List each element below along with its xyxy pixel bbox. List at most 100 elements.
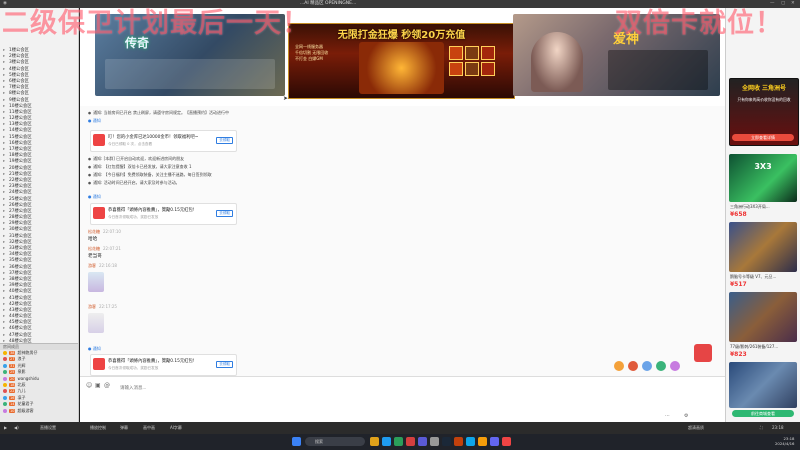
- member-row[interactable]: 10 超级游客: [0, 408, 78, 414]
- claim-button[interactable]: 去领取: [216, 137, 233, 144]
- fullscreen-icon[interactable]: ⛶: [760, 422, 763, 434]
- product-image[interactable]: [729, 362, 797, 408]
- taskbar-search-placeholder: 搜索: [315, 439, 323, 444]
- app-icon[interactable]: [406, 437, 415, 446]
- windows-start-icon[interactable]: [292, 437, 301, 446]
- app-icon[interactable]: [502, 437, 511, 446]
- player-item[interactable]: 弹幕: [120, 422, 128, 434]
- app-icon[interactable]: [454, 437, 463, 446]
- product-title[interactable]: 三角洲行动3X3开局...: [730, 204, 770, 210]
- reward-card[interactable]: 恭喜獲得「頭條內容推薦」，獎勵0.15元紅包! 今日首次领取成功，奖励已发放 去…: [90, 203, 237, 225]
- claim-button[interactable]: 去领取: [216, 210, 233, 217]
- taskbar-search[interactable]: 搜索: [305, 437, 365, 446]
- member-name: 泉影: [17, 369, 26, 375]
- gift-icon[interactable]: [656, 361, 666, 371]
- emoji-icon[interactable]: ☺: [86, 382, 92, 389]
- gift-icons: [614, 361, 680, 371]
- member-rows: 38 超神跑男仔 27 浪子 31 光辉 25 泉影 20 wangshidu 18 北辰 22 九儿 16…: [0, 350, 78, 414]
- product-title[interactable]: 77级/影刺/261装备/127...: [730, 344, 778, 350]
- sender-name[interactable]: 游客: [88, 304, 96, 309]
- sticker-image[interactable]: [88, 272, 104, 292]
- clock-date: 2024/4/16: [775, 441, 795, 446]
- close-icon[interactable]: ✕: [791, 0, 795, 8]
- product-image[interactable]: [729, 292, 797, 342]
- message-header: 松花糖 22:07:10: [88, 229, 121, 235]
- right-sidebar: 全网收 三角洲号 只有你来的高价收你没有的回收 立即查看详情 3X3 三角洲行动…: [725, 8, 800, 422]
- level-badge: 18: [9, 382, 16, 387]
- promo-detail-button[interactable]: 立即查看详情: [732, 134, 794, 141]
- member-name: 光辉: [17, 362, 26, 368]
- message-header: 松花糖 22:07:21: [88, 246, 121, 252]
- level-badge: 10: [9, 408, 16, 413]
- sender-name[interactable]: 松花糖: [88, 229, 100, 234]
- reward-card[interactable]: 恭喜獲得「頭條內容推薦」，獎勵0.15元紅包! 今日首次领取成功，奖励已发放 去…: [90, 354, 237, 376]
- banner-right-info: [608, 50, 708, 90]
- product-title[interactable]: 鹅脑号卡等级 V7、元旦...: [730, 274, 776, 280]
- gift-icon[interactable]: [642, 361, 652, 371]
- message-time: 22:16:18: [99, 263, 117, 268]
- member-name: 北辰: [17, 381, 26, 387]
- red-envelope-icon: [93, 207, 105, 219]
- card-title: 恭喜獲得「頭條內容推薦」，獎勵0.15元紅包!: [108, 359, 195, 364]
- level-badge: 27: [9, 357, 16, 362]
- player-item[interactable]: AI字幕: [170, 422, 182, 434]
- settings-icon[interactable]: ⚙: [684, 413, 688, 419]
- sender-name[interactable]: 松花糖: [88, 246, 100, 251]
- avatar: [3, 395, 7, 400]
- gift-icon[interactable]: [614, 361, 624, 371]
- chat-input-bar: ☺ ▣ @ ⋯ ⚙: [80, 376, 725, 423]
- volume-icon[interactable]: ◀): [14, 422, 19, 434]
- product-image[interactable]: [729, 222, 797, 272]
- message-text: 老当哥: [88, 254, 102, 259]
- sender-label: ● 通知: [88, 194, 101, 199]
- sender-name[interactable]: 游客: [88, 263, 96, 268]
- avatar: [3, 370, 7, 375]
- edge-icon[interactable]: [382, 437, 391, 446]
- level-badge: 38: [9, 351, 16, 355]
- gift-icon[interactable]: [670, 361, 680, 371]
- chat-input[interactable]: [118, 382, 642, 392]
- banner-center-title: 无限打金狂爆 秒领20万充值: [337, 30, 466, 41]
- steam-icon[interactable]: [442, 437, 451, 446]
- app-icon[interactable]: [430, 437, 439, 446]
- app-icon[interactable]: [490, 437, 499, 446]
- file-explorer-icon[interactable]: [370, 437, 379, 446]
- product-image[interactable]: 3X3: [729, 154, 797, 202]
- member-name: 浪子: [17, 356, 26, 362]
- mall-button[interactable]: 前往商城查看: [732, 410, 794, 417]
- banner-center-character: [359, 42, 444, 94]
- app-icon[interactable]: [478, 437, 487, 446]
- room-list: 1楼公会区2楼公会区3楼公会区4楼公会区5楼公会区6楼公会区7楼公会区8楼公会区…: [0, 8, 78, 370]
- gift-icon[interactable]: [628, 361, 638, 371]
- system-message: 通知: 当前房间已开启 禁止刷屏，请遵守房间规定。【直播预约】活动进行中: [88, 110, 229, 116]
- message-time: 22:17:25: [99, 304, 117, 309]
- quality-selector[interactable]: 超清画质: [688, 422, 704, 434]
- at-icon[interactable]: @: [104, 382, 110, 389]
- taskbar-clock[interactable]: 23:18 2024/4/16: [775, 436, 794, 446]
- app-icon[interactable]: [466, 437, 475, 446]
- reward-card[interactable]: 叮！您的小金库已达10000金币！领取福利吧~ 今日已领取 0 次，点击查看 去…: [90, 130, 237, 152]
- banner-center-icons: [449, 46, 509, 86]
- red-envelope-icon[interactable]: [694, 344, 712, 362]
- avatar: [3, 351, 7, 355]
- player-item[interactable]: 直播设置: [40, 422, 56, 434]
- member-name: 凛子: [17, 394, 26, 400]
- claim-button[interactable]: 去领取: [216, 361, 233, 368]
- card-title: 叮！您的小金库已达10000金币！领取福利吧~: [108, 135, 199, 140]
- player-control-bar: ▶ ◀) 直播设置 播放控制 弹幕 画中画 AI字幕 超清画质 ⛶ 23:18: [0, 422, 800, 434]
- app-icon[interactable]: [418, 437, 427, 446]
- avatar: [3, 357, 7, 362]
- level-badge: 20: [9, 376, 16, 381]
- product-price: ¥823: [730, 351, 747, 358]
- sticker-image[interactable]: [88, 313, 104, 333]
- image-icon[interactable]: ▣: [95, 382, 101, 389]
- player-item[interactable]: 画中画: [143, 422, 155, 434]
- player-item[interactable]: 播放控制: [90, 422, 106, 434]
- more-icon[interactable]: ⋯: [665, 413, 670, 419]
- system-message: 通知: [本群] 已开启自动欢迎，欢迎新进房间的朋友: [88, 156, 184, 162]
- cursor-icon: ➤: [283, 95, 289, 102]
- game-banner-center[interactable]: 无限打金狂爆 秒领20万充值 全网一线服务器 千倍切割 无限回收 不打金 白嫖G…: [288, 23, 515, 99]
- level-badge: 25: [9, 370, 16, 375]
- app-icon[interactable]: [394, 437, 403, 446]
- play-icon[interactable]: ▶: [4, 422, 7, 434]
